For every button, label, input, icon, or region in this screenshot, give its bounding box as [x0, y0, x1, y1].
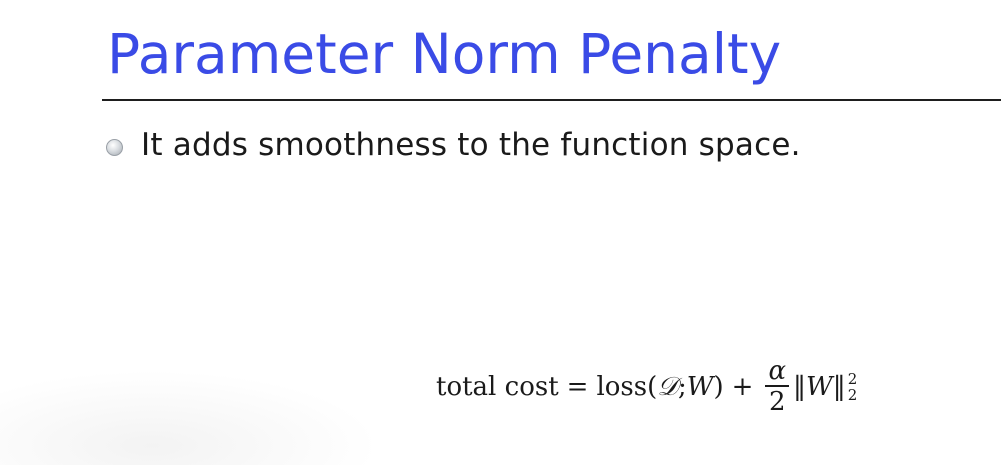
norm-open: ‖ — [793, 372, 807, 402]
title-divider — [102, 99, 1001, 101]
fraction-numerator: α — [768, 356, 787, 387]
bullet-item: It adds smoothness to the function space… — [106, 120, 801, 170]
bullet-text: It adds smoothness to the function space… — [141, 127, 801, 163]
formula-equals: = — [566, 372, 589, 402]
slide-title: Parameter Norm Penalty — [107, 22, 782, 86]
formula-close-paren: ) — [713, 372, 724, 402]
norm-scripts: 2 2 — [848, 371, 858, 403]
fraction-denominator: 2 — [768, 386, 786, 417]
formula-separator: ; — [678, 372, 687, 402]
formula-fraction: α 2 — [765, 356, 790, 417]
formula-lhs: total cost — [436, 372, 559, 402]
formula-plus: + — [731, 372, 754, 402]
norm-close: ‖ — [832, 372, 846, 402]
norm-subscript: 2 — [847, 386, 858, 404]
norm-var: W — [806, 372, 833, 402]
background-glare — [0, 370, 380, 465]
norm-power: 2 — [847, 370, 858, 388]
formula-dataset-symbol: 𝒟 — [657, 371, 678, 402]
formula-loss-fn: loss( — [596, 372, 658, 402]
cost-formula: total cost = loss( 𝒟 ; W ) + α 2 ‖ W ‖ 2… — [436, 352, 857, 422]
formula-weight-symbol: W — [686, 372, 714, 402]
bullet-dot-icon — [106, 138, 123, 156]
